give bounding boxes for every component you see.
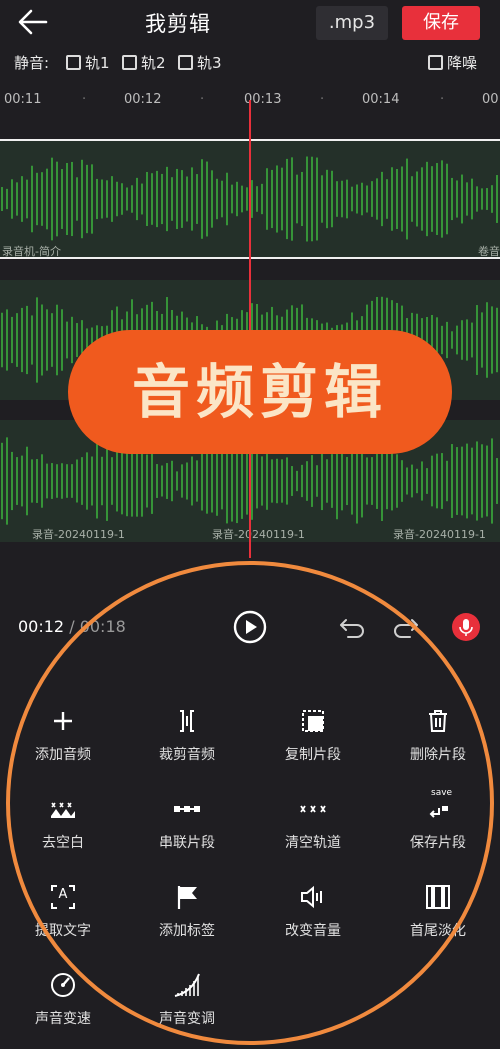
checkbox-box bbox=[122, 55, 137, 70]
plus-icon bbox=[54, 712, 72, 730]
mute-track2-checkbox[interactable]: 轨2 bbox=[122, 52, 166, 73]
tool-save-segment[interactable]: save 保存片段 bbox=[383, 788, 493, 852]
tool-label: 清空轨道 bbox=[285, 835, 341, 851]
save-badge: save bbox=[431, 788, 453, 798]
tool-label: 串联片段 bbox=[159, 835, 215, 851]
tool-extract-text[interactable]: A 提取文字 bbox=[8, 882, 118, 940]
mute-track3-checkbox[interactable]: 轨3 bbox=[178, 52, 222, 73]
mute-track1-checkbox[interactable]: 轨1 bbox=[66, 52, 110, 73]
ruler-dot: · bbox=[200, 92, 205, 107]
clip-label: 录音机-简介 bbox=[2, 245, 61, 258]
undo-icon[interactable] bbox=[338, 614, 366, 640]
tool-chain-segments[interactable]: 串联片段 bbox=[132, 794, 242, 852]
redo-icon[interactable] bbox=[392, 614, 420, 640]
clip-label: 录音-20240119-1 bbox=[32, 528, 125, 541]
extract-text-letter: A bbox=[58, 887, 68, 902]
checkbox-box bbox=[428, 55, 443, 70]
ruler-tick: 00 bbox=[482, 92, 499, 107]
tool-label: 裁剪音频 bbox=[159, 747, 215, 763]
save-button[interactable]: 保存 bbox=[402, 6, 480, 40]
tool-label: 声音变速 bbox=[35, 1011, 91, 1027]
time-display: 00:12 / 00:18 bbox=[18, 617, 126, 636]
tool-remove-blank[interactable]: 去空白 bbox=[8, 794, 118, 852]
format-selector[interactable]: .mp3 bbox=[316, 6, 388, 40]
ruler-dot: · bbox=[82, 92, 87, 107]
remove-blank-icon bbox=[51, 802, 75, 818]
speed-icon bbox=[51, 973, 75, 997]
tool-sound-pitch[interactable]: 声音变调 bbox=[132, 970, 242, 1028]
ruler-dot: · bbox=[320, 92, 325, 107]
checkbox-label: 轨3 bbox=[197, 54, 222, 72]
tool-label: 首尾淡化 bbox=[410, 923, 466, 939]
flag-icon bbox=[177, 886, 197, 909]
checkbox-label: 轨1 bbox=[85, 54, 110, 72]
tool-label: 声音变调 bbox=[159, 1011, 215, 1027]
pitch-icon bbox=[174, 973, 200, 997]
mute-label: 静音: bbox=[14, 54, 50, 72]
clip-label: 录音-20240119-1 bbox=[212, 528, 305, 541]
total-time: 00:18 bbox=[79, 617, 126, 636]
chain-icon bbox=[174, 806, 200, 812]
tool-delete-segment[interactable]: 删除片段 bbox=[383, 706, 493, 764]
top-bar: 我剪辑 .mp3 保存 bbox=[0, 0, 500, 46]
tool-label: 添加音频 bbox=[35, 747, 91, 763]
denoise-checkbox[interactable]: 降噪 bbox=[428, 52, 477, 73]
tool-add-audio[interactable]: 添加音频 bbox=[8, 706, 118, 764]
clip-label: 录音-20240119-1 bbox=[393, 528, 486, 541]
current-time: 00:12 bbox=[18, 617, 65, 636]
tool-label: 添加标签 bbox=[159, 923, 215, 939]
clear-track-icon bbox=[300, 805, 326, 813]
copy-segment-icon bbox=[302, 710, 324, 732]
title-banner: 音频剪辑 bbox=[68, 330, 452, 454]
playhead[interactable] bbox=[249, 100, 251, 558]
banner-text: 音频剪辑 bbox=[131, 358, 388, 426]
ruler-tick: 00:12 bbox=[124, 92, 162, 107]
tool-trim-audio[interactable]: 裁剪音频 bbox=[132, 706, 242, 764]
checkbox-box bbox=[178, 55, 193, 70]
microphone-button[interactable] bbox=[452, 613, 480, 641]
checkbox-box bbox=[66, 55, 81, 70]
tool-fade[interactable]: 首尾淡化 bbox=[383, 882, 493, 940]
tool-label: 复制片段 bbox=[285, 747, 341, 763]
tool-label: 去空白 bbox=[42, 835, 84, 851]
tool-add-tag[interactable]: 添加标签 bbox=[132, 882, 242, 940]
microphone-icon bbox=[459, 619, 473, 636]
ruler-tick: 00:14 bbox=[362, 92, 400, 107]
fade-icon bbox=[426, 885, 450, 909]
volume-icon bbox=[301, 885, 322, 909]
play-button[interactable] bbox=[233, 610, 267, 644]
checkbox-label: 轨2 bbox=[141, 54, 166, 72]
page-title: 我剪辑 bbox=[145, 12, 211, 36]
tool-clear-track[interactable]: 清空轨道 bbox=[258, 794, 368, 852]
ruler-tick: 00:11 bbox=[4, 92, 42, 107]
save-segment-icon bbox=[429, 806, 448, 818]
trash-icon bbox=[429, 710, 447, 732]
tool-sound-speed[interactable]: 声音变速 bbox=[8, 970, 118, 1028]
ruler-dot: · bbox=[440, 92, 445, 107]
time-separator: / bbox=[69, 617, 75, 636]
mute-row: 静音: 轨1 轨2 轨3 降噪 bbox=[0, 48, 500, 76]
tool-change-volume[interactable]: 改变音量 bbox=[258, 882, 368, 940]
clip-label: 卷音 bbox=[478, 245, 500, 258]
tool-copy-segment[interactable]: 复制片段 bbox=[258, 706, 368, 764]
tool-label: 删除片段 bbox=[410, 747, 466, 763]
tool-label: 提取文字 bbox=[35, 923, 91, 939]
checkbox-label: 降噪 bbox=[447, 54, 478, 72]
trim-icon bbox=[180, 710, 194, 732]
tool-label: 改变音量 bbox=[285, 923, 341, 939]
tool-label: 保存片段 bbox=[410, 835, 466, 851]
